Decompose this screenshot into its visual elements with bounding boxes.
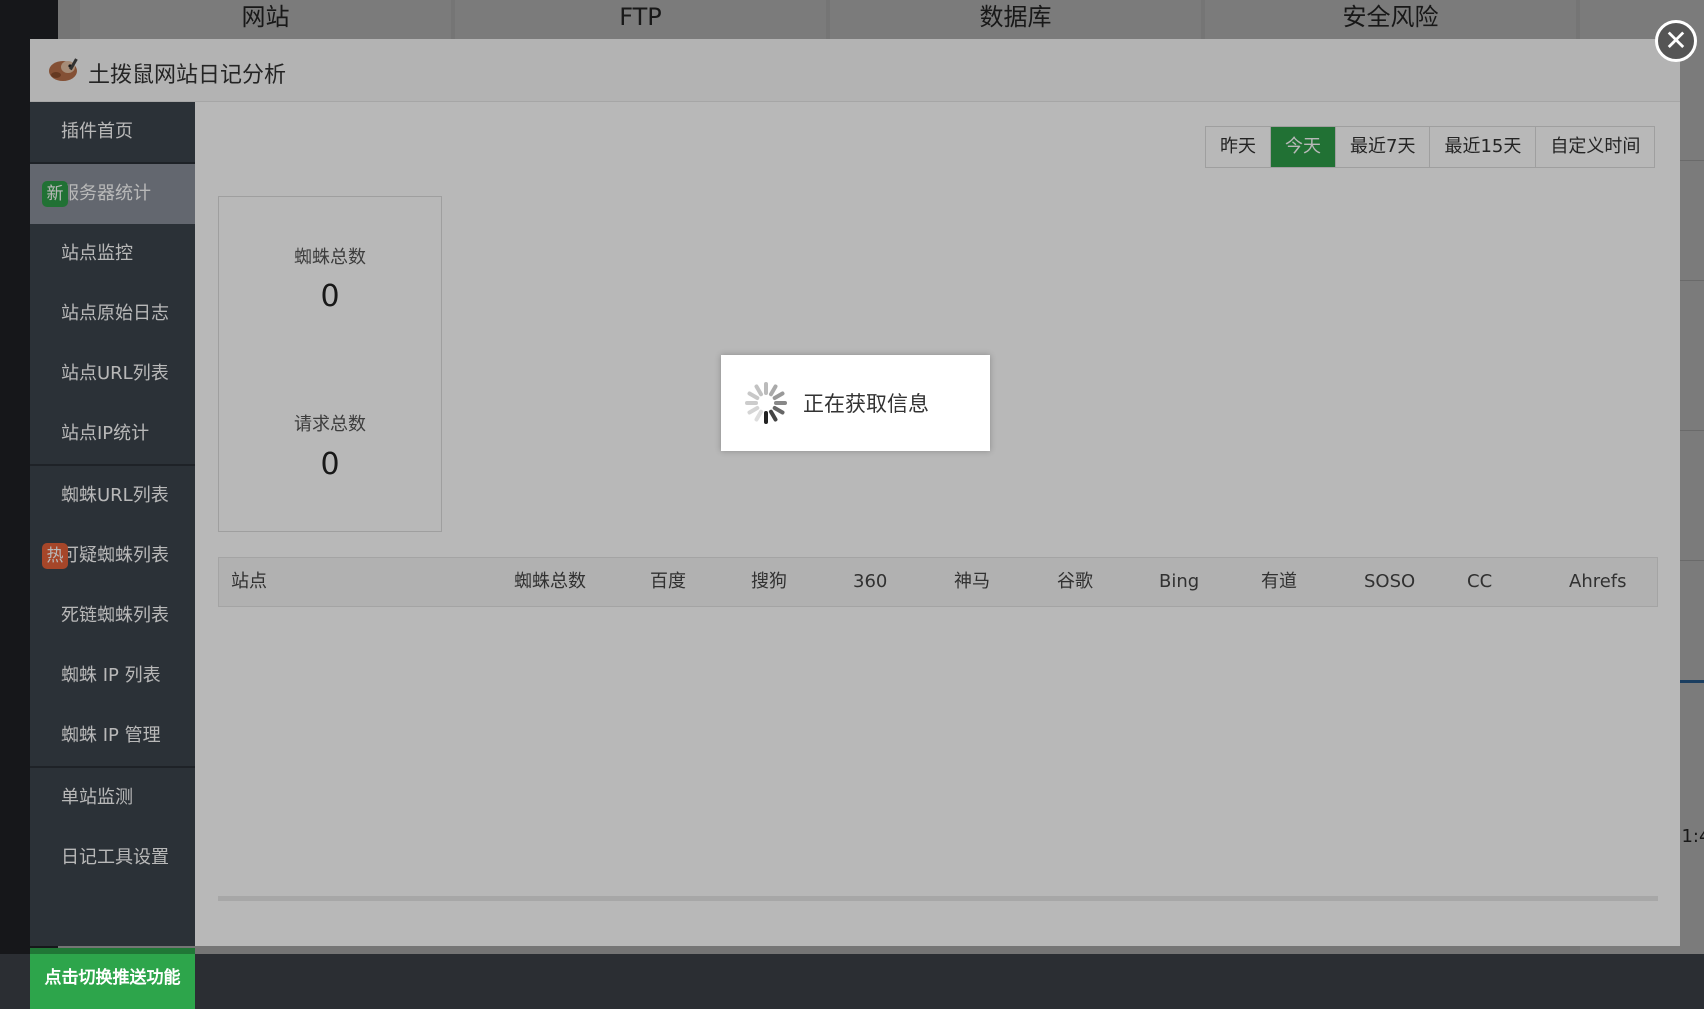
close-icon[interactable]: ✕ <box>1655 20 1697 62</box>
loading-spinner-icon <box>745 382 787 424</box>
switch-push-function-button[interactable]: 点击切换推送功能 <box>30 948 195 1009</box>
loading-text: 正在获取信息 <box>803 392 929 416</box>
loading-overlay <box>0 0 1704 954</box>
loading-dialog: 正在获取信息 <box>721 355 990 451</box>
